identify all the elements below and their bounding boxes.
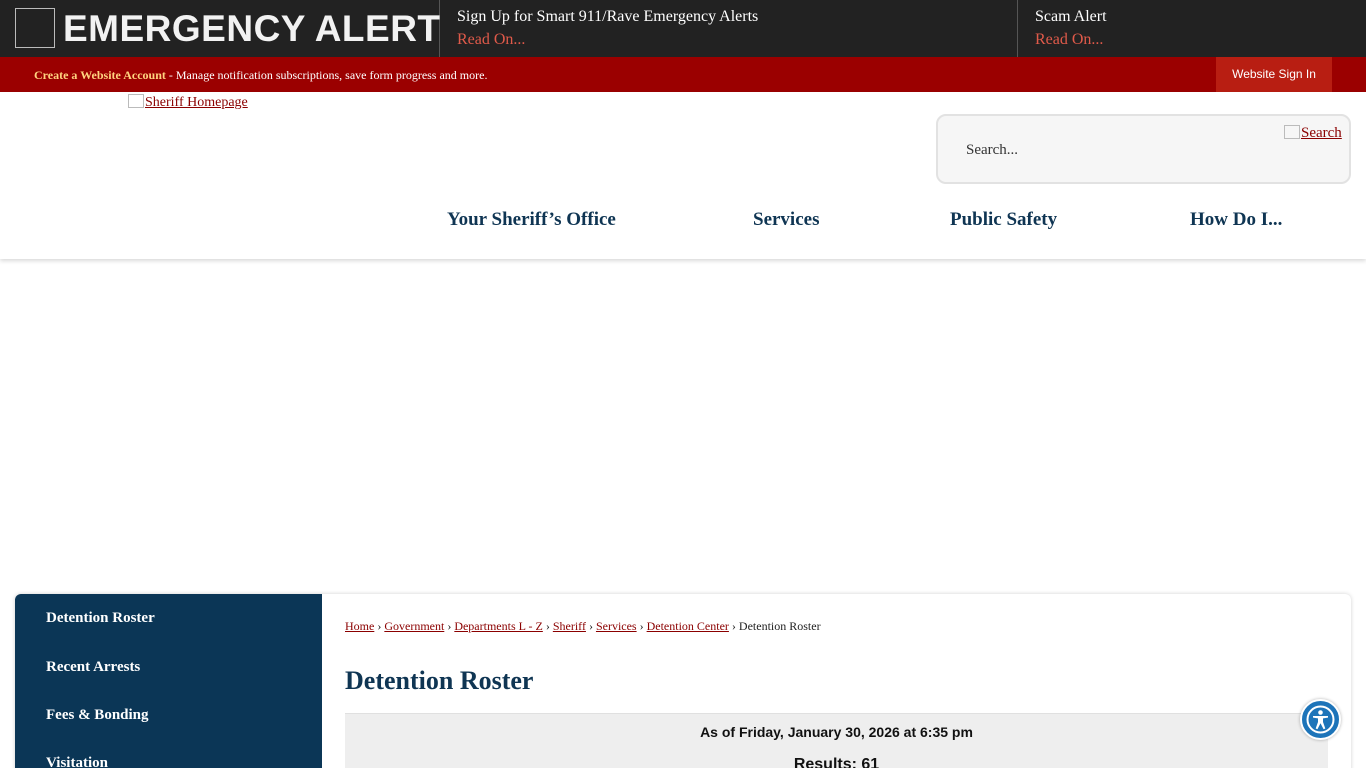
search-button-label: Search [1301,125,1342,141]
breadcrumb-sheriff[interactable]: Sheriff [553,619,586,633]
account-description: - Manage notification subscriptions, sav… [165,68,488,82]
website-sign-in-button[interactable]: Website Sign In [1216,57,1332,92]
breadcrumb-separator: › [374,619,385,633]
nav-public-safety[interactable]: Public Safety [950,209,1057,231]
alert-read-on-link[interactable]: Read On... [457,31,1001,49]
alert-item-smart911[interactable]: Sign Up for Smart 911/Rave Emergency Ale… [441,0,1018,57]
broken-image-icon [128,94,144,108]
breadcrumb-detention-center[interactable]: Detention Center [647,619,729,633]
content-card: Detention Roster Recent Arrests Fees & B… [15,594,1351,768]
emergency-alert-bar: EMERGENCY ALERT Sign Up for Smart 911/Ra… [0,0,1366,57]
breadcrumb-government[interactable]: Government [384,619,444,633]
site-header: Sheriff Homepage Search Your Sheriff’s O… [0,92,1366,259]
broken-image-icon [1284,125,1300,139]
page-title: Detention Roster [345,666,534,695]
sidebar-item-fees-bonding[interactable]: Fees & Bonding [46,707,149,724]
nav-services[interactable]: Services [753,209,819,231]
accessibility-button[interactable] [1300,699,1341,740]
breadcrumb-services[interactable]: Services [596,619,637,633]
sidebar: Detention Roster Recent Arrests Fees & B… [15,594,322,768]
account-bar: Create a Website Account - Manage notifi… [0,57,1366,92]
breadcrumb-separator: › [728,619,739,633]
alert-read-on-link[interactable]: Read On... [1035,31,1350,49]
accessibility-icon [1306,705,1335,734]
alert-item-title[interactable]: Sign Up for Smart 911/Rave Emergency Ale… [457,8,1001,26]
search-button[interactable]: Search [1284,125,1342,142]
sheriff-homepage-logo[interactable]: Sheriff Homepage [128,94,248,111]
create-account-link[interactable]: Create a Website Account [34,68,166,82]
sidebar-item-detention-roster[interactable]: Detention Roster [46,610,155,627]
emergency-alert-title: EMERGENCY ALERT [63,8,441,49]
breadcrumb-current: Detention Roster [738,619,821,633]
roster-as-of: As of Friday, January 30, 2026 at 6:35 p… [700,724,973,740]
breadcrumb-separator: › [444,619,455,633]
logo-alt-text: Sheriff Homepage [145,95,248,110]
emergency-alert-logo: EMERGENCY ALERT [0,0,440,57]
breadcrumb-separator: › [585,619,596,633]
sidebar-item-recent-arrests[interactable]: Recent Arrests [46,659,140,676]
sidebar-item-visitation[interactable]: Visitation [46,755,108,768]
breadcrumb-home[interactable]: Home [345,619,374,633]
search-input[interactable] [966,142,1266,159]
breadcrumb-departments[interactable]: Departments L - Z [454,619,543,633]
breadcrumb: Home › Government › Departments L - Z › … [345,619,821,634]
breadcrumb-separator: › [542,619,553,633]
roster-panel: As of Friday, January 30, 2026 at 6:35 p… [345,713,1328,768]
nav-your-sheriffs-office[interactable]: Your Sheriff’s Office [447,209,616,231]
nav-how-do-i[interactable]: How Do I... [1190,209,1282,231]
roster-results-count: Results: 61 [793,756,880,768]
broken-image-icon [15,8,55,48]
alert-item-scam[interactable]: Scam Alert Read On... [1019,0,1366,57]
account-message: Create a Website Account - Manage notifi… [34,68,487,83]
breadcrumb-separator: › [636,619,647,633]
search-box: Search [936,114,1351,184]
alert-item-title[interactable]: Scam Alert [1035,8,1350,26]
